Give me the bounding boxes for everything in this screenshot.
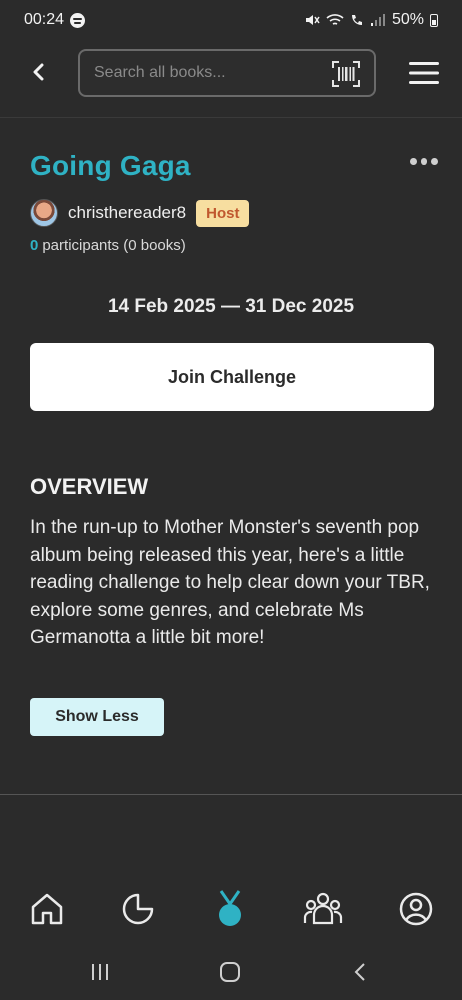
hamburger-icon: [409, 62, 439, 84]
back-button[interactable]: [26, 60, 50, 84]
header-divider: [0, 117, 462, 118]
participant-count: 0: [30, 237, 39, 254]
more-dot-icon: [420, 158, 428, 165]
nav-community[interactable]: [303, 888, 343, 930]
system-back-button[interactable]: [346, 960, 374, 984]
challenge-date-range: 14 Feb 2025 — 31 Dec 2025: [107, 296, 355, 317]
back-arrow-icon: [33, 63, 44, 81]
bottom-nav: [0, 880, 462, 940]
nav-profile[interactable]: [396, 888, 436, 930]
profile-icon: [399, 892, 433, 926]
more-options-button[interactable]: [410, 158, 439, 170]
participants-info[interactable]: 0 participants (0 books): [30, 237, 186, 254]
barcode-scan-button[interactable]: [332, 61, 360, 87]
recent-apps-button[interactable]: [86, 960, 114, 984]
participants-label: participants (0 books): [42, 237, 186, 254]
battery-icon: [430, 13, 438, 27]
home-icon: [31, 893, 63, 925]
more-dot-icon: [410, 158, 417, 165]
overview-heading: OVERVIEW: [30, 474, 149, 499]
search-box: [78, 49, 376, 97]
challenge-title: Going Gaga: [30, 150, 191, 181]
recent-apps-icon: [92, 964, 108, 980]
system-back-icon: [354, 963, 365, 981]
wifi-icon: [326, 14, 344, 25]
stats-pie-icon: [122, 893, 154, 925]
top-bar: [0, 44, 462, 104]
status-right: 50%: [304, 11, 438, 29]
more-dot-icon: [431, 158, 439, 165]
system-home-icon: [220, 962, 240, 982]
barcode-icon: [332, 61, 360, 87]
status-time: 00:24: [24, 11, 65, 28]
overview-text: In the run-up to Mother Monster's sevent…: [30, 517, 430, 648]
spotify-icon: [70, 12, 86, 28]
nav-stats[interactable]: [118, 888, 158, 930]
status-bar: 00:24 50%: [0, 0, 462, 40]
signal-icon: [370, 14, 385, 26]
host-row: christhereader8 Host: [30, 198, 250, 228]
host-username[interactable]: christhereader8: [68, 203, 186, 223]
host-avatar[interactable]: [30, 199, 58, 227]
status-left: 00:24: [24, 11, 86, 29]
challenges-medal-icon: [219, 890, 241, 926]
system-nav-bar: [0, 950, 462, 994]
battery-percent: 50%: [391, 11, 424, 28]
nav-challenges[interactable]: [210, 888, 250, 930]
search-input[interactable]: [94, 61, 324, 85]
nav-home[interactable]: [27, 888, 67, 930]
home-system-button[interactable]: [216, 960, 244, 984]
content-divider: [0, 794, 462, 795]
menu-button[interactable]: [408, 60, 440, 86]
host-badge: Host: [196, 199, 250, 227]
community-icon: [303, 892, 343, 925]
show-less-button[interactable]: Show Less: [30, 698, 164, 736]
join-challenge-button[interactable]: Join Challenge: [30, 343, 434, 411]
wifi-call-icon: [351, 15, 362, 25]
mute-icon: [305, 15, 320, 25]
